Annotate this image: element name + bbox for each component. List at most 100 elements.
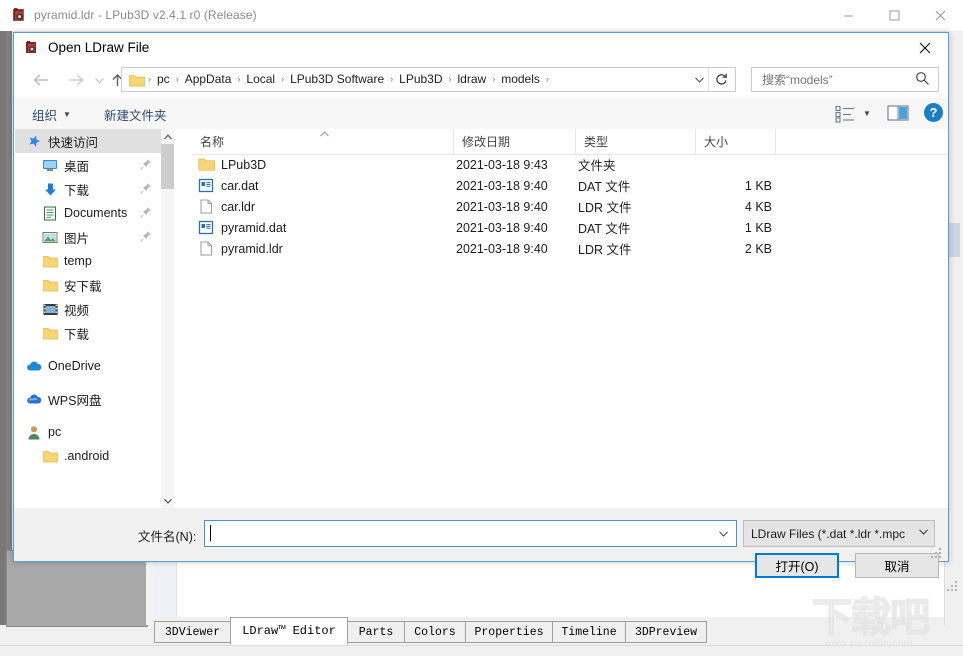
navpane-scrollbar[interactable] xyxy=(161,129,174,508)
table-row[interactable]: car.dat 2021-03-18 9:40 DAT 文件 1 KB xyxy=(192,175,948,196)
sidebar-item-onedrive[interactable]: OneDrive xyxy=(15,354,161,378)
app-tab-strip: 3DViewer LDraw™ Editor Parts ColorsProperti… xyxy=(154,617,944,645)
sidebar-item-documents[interactable]: Documents xyxy=(15,201,161,225)
column-label: 大小 xyxy=(704,133,728,150)
sidebar-item-label: pc xyxy=(48,425,61,439)
nav-gap xyxy=(15,378,161,387)
pin-icon[interactable] xyxy=(139,206,152,219)
sidebar-item-temp[interactable]: temp xyxy=(15,249,161,273)
refresh-button[interactable] xyxy=(708,68,733,91)
search-input[interactable] xyxy=(760,72,912,88)
tab-properties[interactable]: Properties xyxy=(465,621,553,643)
file-date: 2021-03-18 9:40 xyxy=(456,200,548,214)
table-row[interactable]: pyramid.dat 2021-03-18 9:40 DAT 文件 1 KB xyxy=(192,217,948,238)
dat-file-icon xyxy=(198,177,215,194)
chevron-down-icon[interactable] xyxy=(919,527,928,537)
app-close-button[interactable] xyxy=(917,0,963,30)
search-icon[interactable] xyxy=(915,71,932,88)
view-mode-icon[interactable] xyxy=(834,103,858,125)
file-type: DAT 文件 xyxy=(578,218,630,237)
address-dropdown-icon[interactable] xyxy=(690,68,708,91)
filename-dropdown-icon[interactable] xyxy=(715,521,731,546)
dialog-footer: 文件名(N): LDraw Files (*.dat *.ldr *.mpc 打… xyxy=(14,508,948,561)
tab-label: 3DViewer xyxy=(165,626,220,639)
file-type-filter-combo[interactable]: LDraw Files (*.dat *.ldr *.mpc xyxy=(743,520,935,547)
help-icon[interactable]: ? xyxy=(923,102,944,123)
svg-text:?: ? xyxy=(930,105,938,120)
back-button[interactable] xyxy=(26,66,56,94)
breadcrumb-item-4[interactable]: LPub3D xyxy=(394,68,447,91)
sidebar-item-label: .android xyxy=(64,449,109,463)
table-row[interactable]: pyramid.ldr 2021-03-18 9:40 LDR 文件 2 KB xyxy=(192,238,948,259)
dialog-close-button[interactable] xyxy=(902,33,948,63)
filename-field[interactable] xyxy=(204,520,737,547)
scroll-up-icon[interactable] xyxy=(161,129,174,144)
sidebar-item-label: 图片 xyxy=(64,228,89,247)
sidebar-item-downloads-2[interactable]: 下载 xyxy=(15,321,161,345)
sidebar-item-label: temp xyxy=(64,254,92,268)
new-folder-button[interactable]: 新建文件夹 xyxy=(104,104,167,124)
search-box[interactable] xyxy=(751,67,939,92)
address-bar[interactable]: › pc › AppData › Local › LPub3D Software… xyxy=(121,67,736,92)
lpub3d-app-icon xyxy=(11,7,28,24)
file-type: LDR 文件 xyxy=(578,197,631,216)
breadcrumb-item-0[interactable]: pc xyxy=(152,68,175,91)
column-header-name[interactable]: 名称 xyxy=(192,129,454,154)
tab-timeline[interactable]: Timeline xyxy=(552,621,626,643)
sidebar-item-anxiazai[interactable]: 安下载 xyxy=(15,273,161,297)
dialog-resize-grip-icon[interactable] xyxy=(931,548,942,559)
breadcrumb-item-5[interactable]: ldraw xyxy=(453,68,492,91)
tab-ldraw-editor[interactable]: LDraw™ Editor xyxy=(230,617,348,645)
column-header-date[interactable]: 修改日期 xyxy=(454,129,576,154)
breadcrumb-item-3[interactable]: LPub3D Software xyxy=(285,68,389,91)
sidebar-item-label: 快速访问 xyxy=(48,132,98,151)
tab-3dpreview[interactable]: 3DPreview xyxy=(625,621,707,643)
open-button[interactable]: 打开(O) xyxy=(755,553,839,578)
sidebar-item-label: 桌面 xyxy=(64,156,89,175)
table-row[interactable]: car.ldr 2021-03-18 9:40 LDR 文件 4 KB xyxy=(192,196,948,217)
sidebar-item-downloads[interactable]: 下载 xyxy=(15,177,161,201)
app-maximize-button[interactable] xyxy=(871,0,917,30)
column-header-type[interactable]: 类型 xyxy=(576,129,696,154)
cancel-button[interactable]: 取消 xyxy=(855,553,939,578)
sidebar-item-quick-access[interactable]: 快速访问 xyxy=(15,129,161,153)
folder-icon xyxy=(41,448,59,464)
sidebar-item-wps-cloud[interactable]: WPS网盘 xyxy=(15,387,161,411)
sidebar-item-label: 下载 xyxy=(64,324,89,343)
preview-pane-icon[interactable] xyxy=(887,103,909,123)
breadcrumb-item-2[interactable]: Local xyxy=(241,68,280,91)
pin-icon[interactable] xyxy=(139,158,152,171)
file-name: pyramid.ldr xyxy=(221,242,283,256)
sidebar-item-desktop[interactable]: 桌面 xyxy=(15,153,161,177)
navigation-pane: 快速访问 桌面 下载 xyxy=(15,129,161,508)
pane-splitter[interactable] xyxy=(174,129,192,508)
nav-gap xyxy=(15,345,161,354)
navpane-scrollbar-thumb[interactable] xyxy=(161,144,174,189)
app-minimize-button[interactable] xyxy=(825,0,871,30)
breadcrumb-separator: › xyxy=(545,68,550,91)
new-folder-label: 新建文件夹 xyxy=(104,105,167,124)
tab-parts[interactable]: Parts xyxy=(347,621,405,643)
column-header-size[interactable]: 大小 xyxy=(696,129,776,154)
pin-icon[interactable] xyxy=(139,230,152,243)
sidebar-item-pc-user[interactable]: pc xyxy=(15,420,161,444)
pin-icon[interactable] xyxy=(139,182,152,195)
pictures-icon xyxy=(41,229,59,245)
user-icon xyxy=(25,424,43,440)
view-mode-chevron-down-icon[interactable]: ▼ xyxy=(863,109,871,118)
breadcrumb-item-6[interactable]: models xyxy=(496,68,545,91)
forward-button[interactable] xyxy=(60,66,90,94)
tab-3dviewer[interactable]: 3DViewer xyxy=(154,621,231,643)
app-resize-grip-icon[interactable] xyxy=(947,581,959,593)
sidebar-item-videos[interactable]: 视频 xyxy=(15,297,161,321)
table-row[interactable]: LPub3D 2021-03-18 9:43 文件夹 xyxy=(192,154,948,175)
breadcrumb-item-1[interactable]: AppData xyxy=(180,68,237,91)
filename-input[interactable] xyxy=(210,525,704,544)
tab-label: Parts xyxy=(359,626,394,639)
sidebar-item-pictures[interactable]: 图片 xyxy=(15,225,161,249)
scroll-down-icon[interactable] xyxy=(161,493,174,508)
sidebar-item-android[interactable]: .android xyxy=(15,444,161,468)
organize-button[interactable]: 组织 ▼ xyxy=(32,104,71,124)
tab-colors[interactable]: Colors xyxy=(404,621,466,643)
tab-label: 3DPreview xyxy=(635,626,697,639)
